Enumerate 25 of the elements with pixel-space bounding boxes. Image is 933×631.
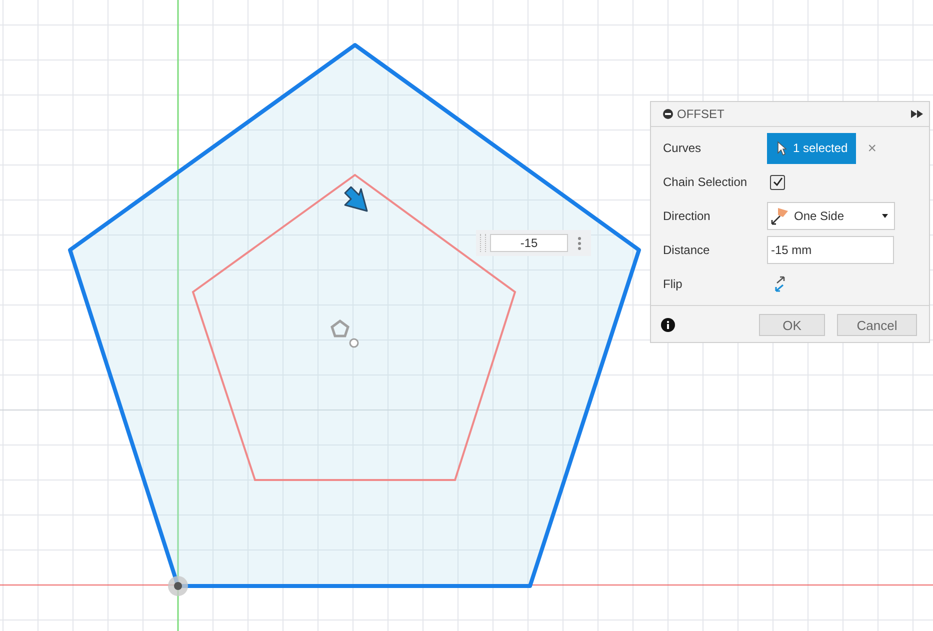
cursor-icon — [777, 140, 787, 156]
dimension-input[interactable]: -15 — [490, 234, 568, 252]
expand-icon[interactable] — [911, 110, 923, 118]
field-label: Direction — [663, 209, 712, 223]
cancel-button[interactable]: Cancel — [837, 314, 917, 336]
outer-pentagon[interactable] — [68, 43, 641, 588]
pentagon-center-icon — [330, 319, 359, 348]
field-label: Curves — [663, 141, 702, 155]
flip-icon[interactable] — [773, 276, 787, 292]
distance-input[interactable]: -15 mm — [767, 236, 894, 264]
ok-button[interactable]: OK — [759, 314, 825, 336]
origin-point-icon — [168, 576, 188, 596]
field-label: Chain Selection — [663, 175, 748, 189]
direction-dropdown[interactable]: One Side — [767, 202, 895, 230]
offset-arrow-icon[interactable] — [344, 186, 368, 212]
drag-handle-icon[interactable] — [480, 234, 486, 252]
checkbox[interactable] — [770, 174, 785, 190]
field-label: Flip — [663, 277, 684, 291]
collapse-icon[interactable] — [663, 109, 673, 119]
flag-arrow-icon — [770, 206, 790, 226]
clear-selection-button[interactable]: × — [868, 140, 876, 156]
caret-icon — [882, 214, 888, 218]
field-label: Distance — [663, 243, 711, 257]
selection-button[interactable]: 1 selected — [767, 132, 856, 164]
dialog-title: OFFSET — [677, 107, 726, 121]
